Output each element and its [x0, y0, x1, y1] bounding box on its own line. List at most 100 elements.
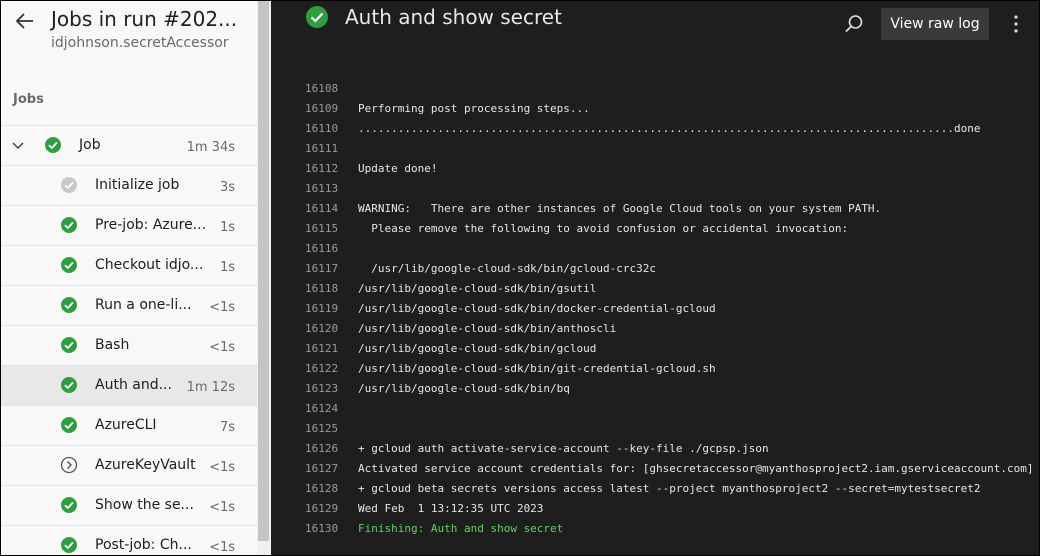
- line-number: 16127: [305, 462, 339, 475]
- step-item[interactable]: Auth and... 1m 12s: [1, 365, 257, 406]
- check-circle-gray-icon: [61, 177, 77, 193]
- log-line: 16114 WARNING: There are other instances …: [271, 199, 1039, 219]
- step-item[interactable]: Pre-job: Azure... 1s: [1, 205, 257, 246]
- job-label: Job: [79, 137, 101, 153]
- step-item[interactable]: Initialize job 3s: [1, 165, 257, 206]
- log-line: 16115 Please remove the following to avo…: [271, 219, 1039, 239]
- line-number: 16130: [305, 522, 339, 535]
- line-number: 16109: [305, 102, 339, 115]
- log-text: /usr/lib/google-cloud-sdk/bin/anthoscli: [358, 322, 617, 335]
- log-text: Wed Feb 1 13:12:35 UTC 2023: [358, 502, 544, 515]
- line-number: 16124: [305, 402, 339, 415]
- log-line: 16117 /usr/lib/google-cloud-sdk/bin/gclo…: [271, 259, 1039, 279]
- step-label: AzureKeyVault: [95, 457, 196, 473]
- check-circle-icon: [61, 377, 77, 393]
- line-number: 16121: [305, 342, 339, 355]
- check-circle-icon: [61, 257, 77, 273]
- check-circle-icon: [61, 537, 77, 553]
- step-item[interactable]: AzureCLI 7s: [1, 405, 257, 446]
- log-text: WARNING: There are other instances of Go…: [358, 202, 882, 215]
- log-line: 16118/usr/lib/google-cloud-sdk/bin/gsuti…: [271, 279, 1039, 299]
- line-number: 16113: [305, 182, 339, 195]
- more-vertical-icon[interactable]: [1007, 13, 1025, 35]
- step-label: AzureCLI: [95, 417, 157, 433]
- line-number: 16123: [305, 382, 339, 395]
- log-line: 16125: [271, 419, 1039, 439]
- log-text: /usr/lib/google-cloud-sdk/bin/git-creden…: [358, 362, 716, 375]
- log-line: 16122/usr/lib/google-cloud-sdk/bin/git-c…: [271, 359, 1039, 379]
- app-frame: Jobs in run #202... idjohnson.secretAcce…: [0, 0, 1040, 556]
- step-label: Bash: [95, 337, 130, 353]
- log-line: 16121/usr/lib/google-cloud-sdk/bin/gclou…: [271, 339, 1039, 359]
- log-text: Finishing: Auth and show secret: [358, 522, 564, 535]
- step-label: Pre-job: Azure...: [95, 217, 207, 233]
- log-line: 16113: [271, 179, 1039, 199]
- step-label: Show the se...: [95, 497, 194, 513]
- log-line: 16109 Performing post processing steps...: [271, 99, 1039, 119]
- log-line: 16108: [271, 79, 1039, 99]
- step-item[interactable]: Show the se... <1s: [1, 485, 257, 526]
- line-number: 16119: [305, 302, 339, 315]
- check-circle-icon: [61, 497, 77, 513]
- log-line: 16116: [271, 239, 1039, 259]
- step-item[interactable]: Run a one-li... <1s: [1, 285, 257, 326]
- line-number: 16116: [305, 242, 339, 255]
- step-duration: <1s: [209, 340, 235, 355]
- log-text: Activated service account credentials fo…: [358, 462, 1034, 475]
- log-line: 16112 Update done!: [271, 159, 1039, 179]
- chevron-circle-icon: [60, 456, 78, 474]
- line-number: 16115: [305, 222, 339, 235]
- step-label: Initialize job: [95, 177, 180, 193]
- log-text: /usr/lib/google-cloud-sdk/bin/bq: [358, 382, 570, 395]
- step-duration: <1s: [209, 460, 235, 475]
- job-duration: 1m 34s: [186, 140, 235, 155]
- view-raw-log-button[interactable]: View raw log: [881, 8, 989, 40]
- check-circle-icon: [306, 6, 328, 28]
- job-row[interactable]: Job 1m 34s: [1, 125, 257, 166]
- step-item[interactable]: Bash <1s: [1, 325, 257, 366]
- step-duration: <1s: [209, 300, 235, 315]
- line-number: 16118: [305, 282, 339, 295]
- scrollbar-thumb[interactable]: [258, 1, 269, 541]
- check-circle-icon: [45, 137, 61, 153]
- check-circle-icon: [61, 217, 77, 233]
- step-duration: 3s: [219, 180, 235, 195]
- log-text: /usr/lib/google-cloud-sdk/bin/gcloud-crc…: [358, 262, 657, 275]
- step-duration: 1s: [219, 220, 235, 235]
- step-item[interactable]: Post-job: Ch... <1s: [1, 525, 257, 555]
- step-title: Auth and show secret: [345, 5, 562, 29]
- log-line: 16124: [271, 399, 1039, 419]
- search-icon[interactable]: [843, 13, 865, 35]
- step-duration: 7s: [219, 420, 235, 435]
- line-number: 16111: [305, 142, 339, 155]
- run-title: Jobs in run #202...: [51, 7, 238, 31]
- check-circle-icon: [61, 337, 77, 353]
- jobs-section-label: Jobs: [13, 92, 44, 107]
- log-text: + gcloud beta secrets versions access la…: [358, 482, 981, 495]
- log-panel: Auth and show secret View raw log 16108 1…: [271, 1, 1039, 555]
- log-line: 16129 Wed Feb 1 13:12:35 UTC 2023: [271, 499, 1039, 519]
- line-number: 16110: [305, 122, 339, 135]
- log-text: + gcloud auth activate-service-account -…: [358, 442, 769, 455]
- step-duration: 1s: [219, 260, 235, 275]
- line-number: 16129: [305, 502, 339, 515]
- line-number: 16122: [305, 362, 339, 375]
- line-number: 16112: [305, 162, 339, 175]
- log-text: /usr/lib/google-cloud-sdk/bin/docker-cre…: [358, 302, 716, 315]
- step-item[interactable]: Checkout idjo... 1s: [1, 245, 257, 286]
- log-line: 16119/usr/lib/google-cloud-sdk/bin/docke…: [271, 299, 1039, 319]
- step-duration: <1s: [209, 540, 235, 555]
- log-line: 16127 Activated service account credentia…: [271, 459, 1039, 479]
- log-text: /usr/lib/google-cloud-sdk/bin/gsutil: [358, 282, 597, 295]
- step-label: Auth and...: [95, 377, 172, 393]
- step-item[interactable]: AzureKeyVault <1s: [1, 445, 257, 486]
- sidebar-scrollbar[interactable]: [257, 1, 271, 555]
- log-line: 16120/usr/lib/google-cloud-sdk/bin/antho…: [271, 319, 1039, 339]
- log-line: 16123/usr/lib/google-cloud-sdk/bin/bq: [271, 379, 1039, 399]
- back-arrow-icon[interactable]: [13, 9, 37, 33]
- log-line: 16128 + gcloud beta secrets versions acce…: [271, 479, 1039, 499]
- step-label: Checkout idjo...: [95, 257, 204, 273]
- log-line: 16126 + gcloud auth activate-service-acco…: [271, 439, 1039, 459]
- chevron-down-icon[interactable]: [11, 140, 25, 152]
- line-number: 16120: [305, 322, 339, 335]
